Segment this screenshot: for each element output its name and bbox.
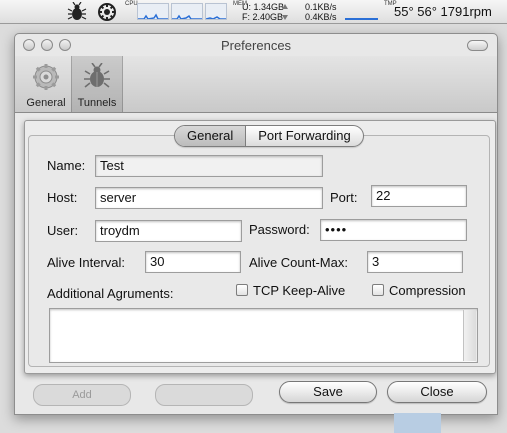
user-label: User:: [47, 223, 79, 238]
gear-icon: [33, 64, 59, 90]
bug-icon: [84, 63, 110, 88]
net-down: 0.1KB/s: [305, 2, 337, 12]
tunnel-edit-sheet: General Port Forwarding Name: Test Host:…: [24, 120, 496, 403]
save-button[interactable]: Save: [279, 381, 377, 403]
name-field[interactable]: Test: [95, 155, 323, 177]
toolbar: General Tunnels: [15, 56, 497, 113]
password-field[interactable]: ••••: [320, 219, 467, 241]
temperature-readout[interactable]: 55° 56° 1791rpm: [394, 5, 492, 19]
mem-used: U: 1.34GB: [242, 2, 285, 12]
preferences-window: Preferences General Tunnels Add General …: [14, 33, 498, 415]
background-button[interactable]: [155, 384, 253, 406]
toolbar-toggle-button[interactable]: [467, 40, 488, 51]
net-up: 0.4KB/s: [305, 12, 337, 22]
textarea-scrollbar[interactable]: [463, 310, 476, 361]
net-graph: [345, 18, 378, 20]
alive-interval-field[interactable]: 30: [145, 251, 241, 273]
tab-control: General Port Forwarding: [174, 125, 364, 147]
tab-general[interactable]: General: [175, 126, 246, 146]
tmp-label: TMP: [384, 1, 397, 7]
toolbar-item-general[interactable]: General: [21, 56, 71, 112]
alive-count-max-field[interactable]: 3: [367, 251, 463, 273]
name-label: Name:: [47, 158, 86, 173]
tcp-keepalive-label[interactable]: TCP Keep-Alive: [253, 283, 345, 298]
compression-checkbox[interactable]: [372, 284, 384, 296]
title-bar[interactable]: Preferences: [15, 34, 497, 56]
toolbar-item-label: Tunnels: [77, 97, 117, 109]
up-down-arrows-icon: [282, 4, 288, 20]
desktop-window-fragment: [394, 413, 441, 433]
host-field[interactable]: server: [95, 187, 323, 209]
cpu-graph-2: [171, 3, 203, 20]
add-button[interactable]: Add: [33, 384, 131, 406]
bug-icon[interactable]: [67, 2, 87, 22]
user-field[interactable]: troydm: [95, 220, 242, 242]
port-field[interactable]: 22: [371, 185, 467, 207]
close-button[interactable]: Close: [387, 381, 487, 403]
mem-label: MEM: [233, 1, 247, 7]
tab-port-forwarding[interactable]: Port Forwarding: [246, 126, 362, 146]
alive-count-max-label: Alive Count-Max:: [249, 255, 348, 270]
window-title: Preferences: [220, 38, 292, 53]
tcp-keepalive-checkbox[interactable]: [236, 284, 248, 296]
compression-label[interactable]: Compression: [389, 283, 466, 298]
alive-interval-label: Alive Interval:: [47, 255, 126, 270]
toolbar-item-label: General: [26, 97, 66, 109]
toolbar-item-tunnels[interactable]: Tunnels: [71, 56, 123, 112]
cpu-graph-1: [137, 3, 169, 20]
additional-arguments-label: Additional Agruments:: [47, 286, 174, 301]
password-label: Password:: [249, 222, 310, 237]
gear-icon[interactable]: [97, 2, 117, 22]
host-label: Host:: [47, 190, 78, 205]
mem-graph: [205, 3, 227, 20]
menu-bar: CPU MEM U: 1.34GB F: 2.40GB 0.1KB/s 0.4K…: [0, 0, 507, 24]
additional-arguments-textarea[interactable]: [49, 308, 478, 363]
cpu-label: CPU: [125, 1, 138, 7]
mem-free: F: 2.40GB: [242, 12, 284, 22]
port-label: Port:: [330, 190, 358, 205]
